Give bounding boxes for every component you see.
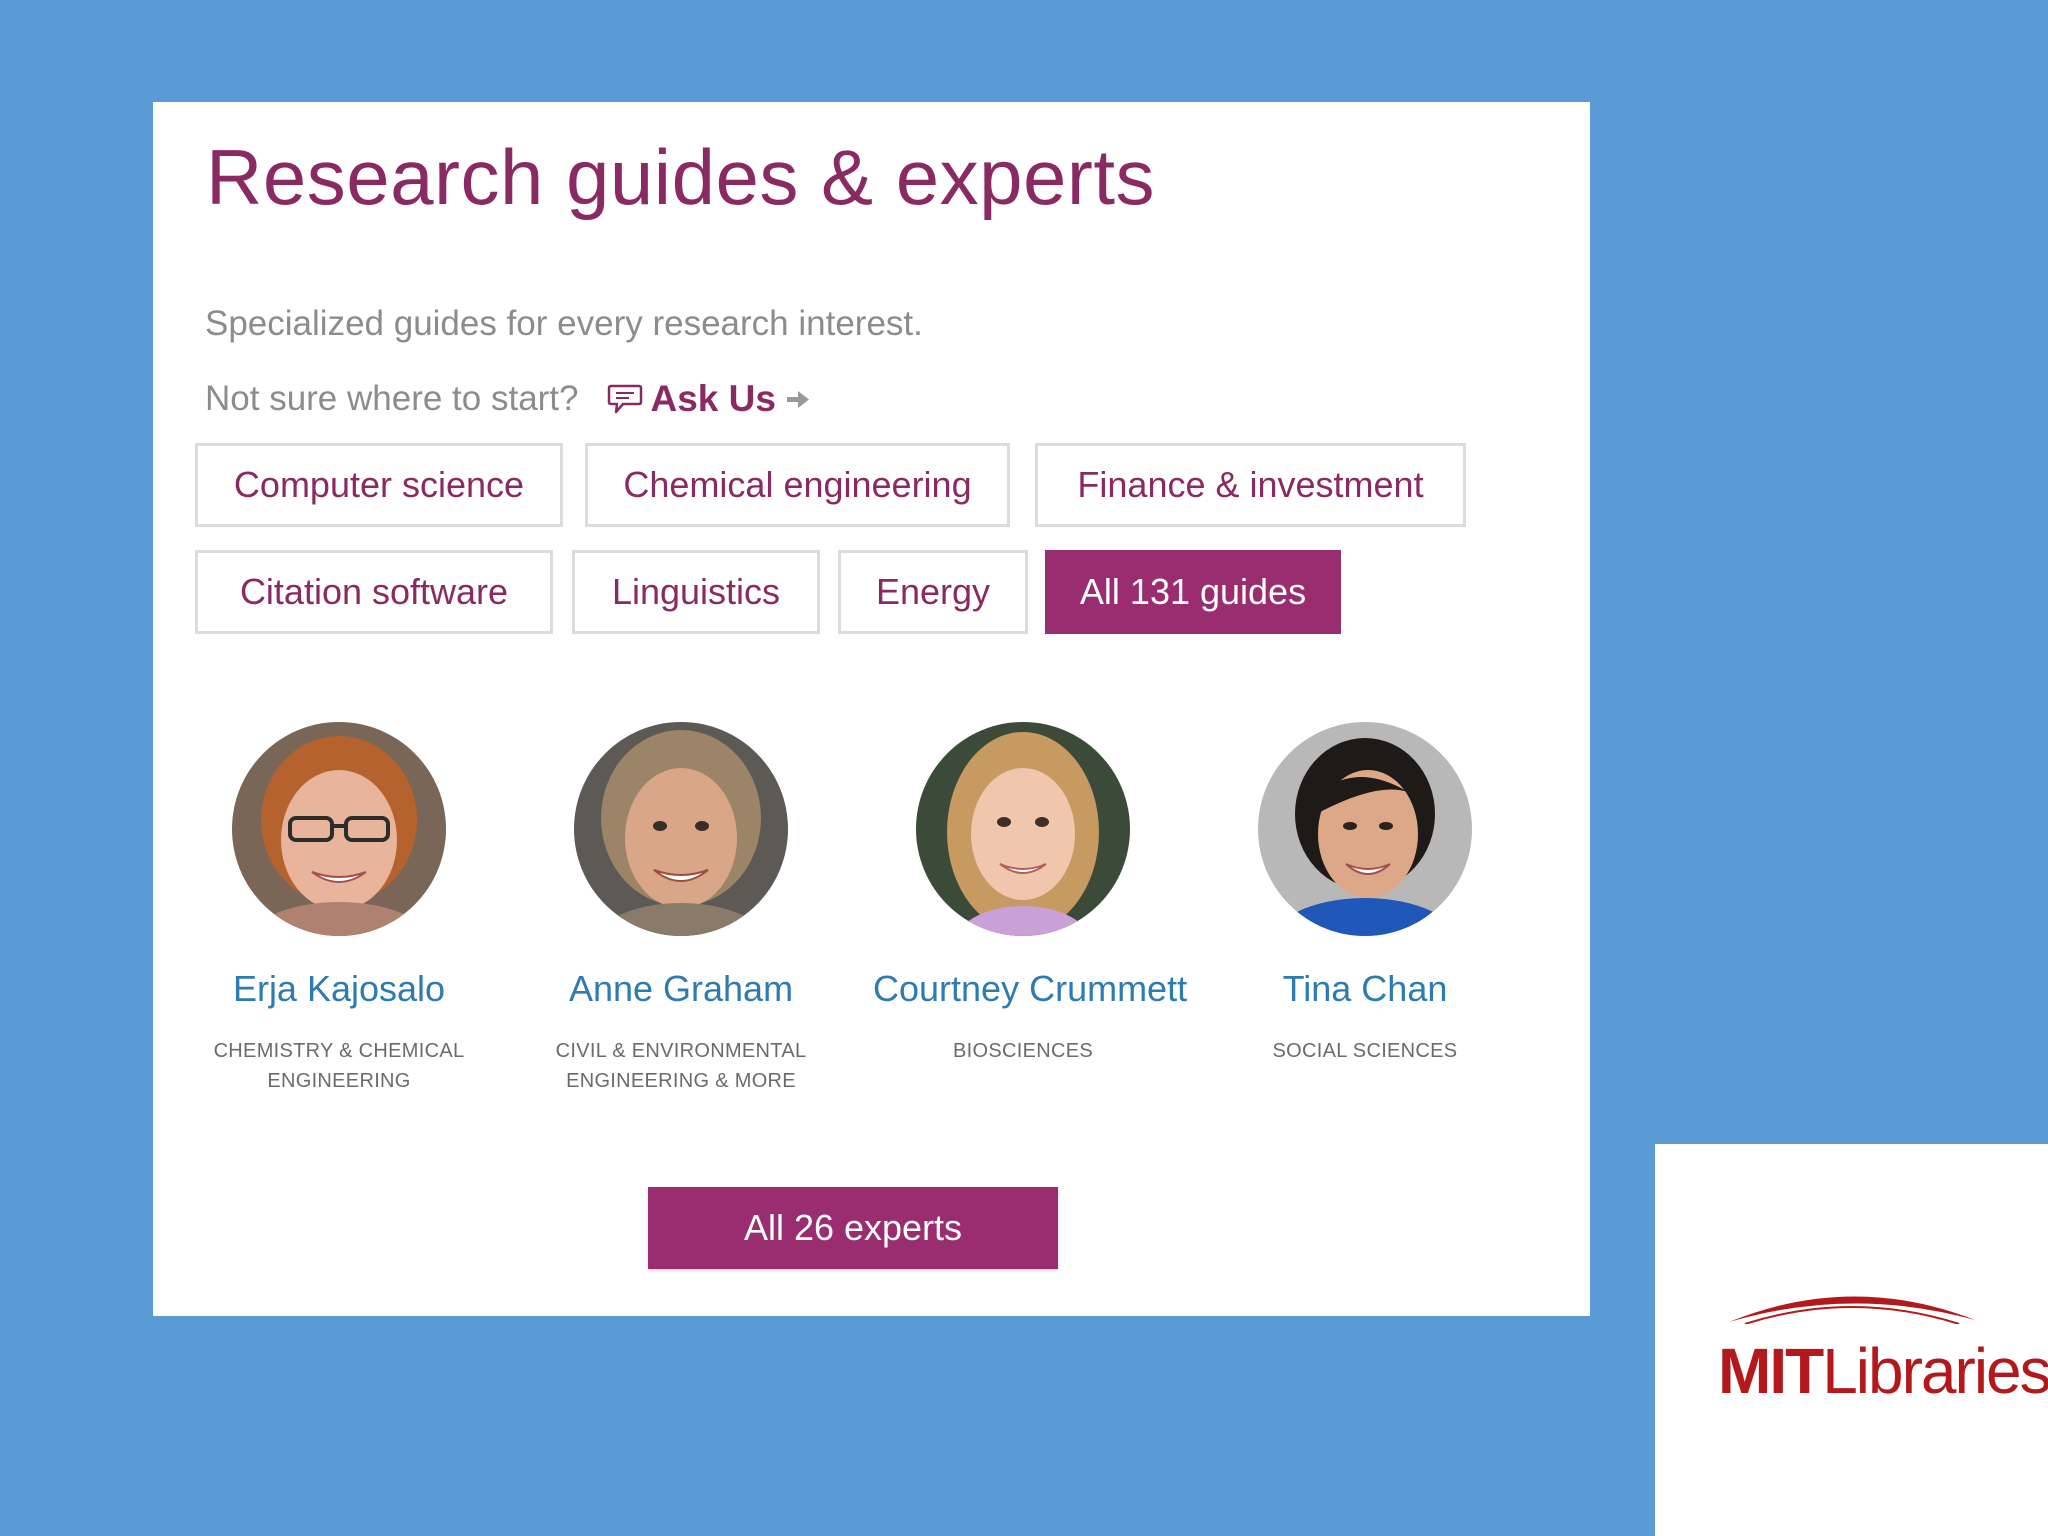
avatar[interactable] [1258,722,1472,936]
guide-button-chemical-engineering[interactable]: Chemical engineering [585,443,1010,527]
expert-department-line: CHEMISTRY & CHEMICAL [213,1040,465,1062]
guide-button-linguistics[interactable]: Linguistics [572,550,820,634]
avatar[interactable] [916,722,1130,936]
all-experts-button[interactable]: All 26 experts [648,1187,1058,1269]
expert-department: CHEMISTRY & CHEMICAL ENGINEERING [189,1036,489,1096]
expert-card: Erja Kajosalo CHEMISTRY & CHEMICAL ENGIN… [189,722,489,1096]
expert-name[interactable]: Tina Chan [1215,968,1515,1010]
page-title: Research guides & experts [206,133,1155,221]
speech-bubble-icon [607,382,643,416]
mit-libraries-logo: MITLibraries [1655,1144,2048,1536]
logo-wordmark: MITLibraries [1718,1334,2048,1408]
logo-arc [1729,1296,1975,1324]
subtitle: Specialized guides for every research in… [205,304,923,343]
expert-department-line: CIVIL & ENVIRONMENTAL [555,1040,807,1062]
expert-card: Courtney Crummett BIOSCIENCES [873,722,1187,1066]
expert-name[interactable]: Courtney Crummett [873,968,1187,1010]
logo-mit-text: MIT [1718,1335,1824,1407]
expert-department: SOCIAL SCIENCES [1215,1036,1515,1066]
avatar[interactable] [574,722,788,936]
guide-button-computer-science[interactable]: Computer science [195,443,563,527]
expert-name[interactable]: Anne Graham [531,968,831,1010]
expert-department-line: BIOSCIENCES [953,1040,1093,1062]
guide-button-finance-investment[interactable]: Finance & investment [1035,443,1466,527]
expert-card: Tina Chan SOCIAL SCIENCES [1215,722,1515,1066]
expert-department-line: ENGINEERING & MORE [566,1070,796,1092]
guide-button-energy[interactable]: Energy [838,550,1028,634]
expert-card: Anne Graham CIVIL & ENVIRONMENTAL ENGINE… [531,722,831,1096]
expert-department-line: SOCIAL SCIENCES [1272,1040,1458,1062]
all-guides-button[interactable]: All 131 guides [1045,550,1341,634]
ask-us-link[interactable]: Ask Us [607,378,810,420]
guide-button-citation-software[interactable]: Citation software [195,550,553,634]
avatar[interactable] [232,722,446,936]
expert-name[interactable]: Erja Kajosalo [189,968,489,1010]
ask-prompt: Not sure where to start? [205,379,579,418]
arrow-right-icon [786,389,810,409]
logo-libraries-text: Libraries [1822,1335,2048,1407]
expert-department-line: ENGINEERING [267,1070,411,1092]
ask-line: Not sure where to start? Ask Us [205,374,810,424]
ask-us-label: Ask Us [650,378,776,419]
expert-department: BIOSCIENCES [873,1036,1173,1066]
research-guides-panel: Research guides & experts Specialized gu… [153,102,1590,1316]
expert-department: CIVIL & ENVIRONMENTAL ENGINEERING & MORE [531,1036,831,1096]
